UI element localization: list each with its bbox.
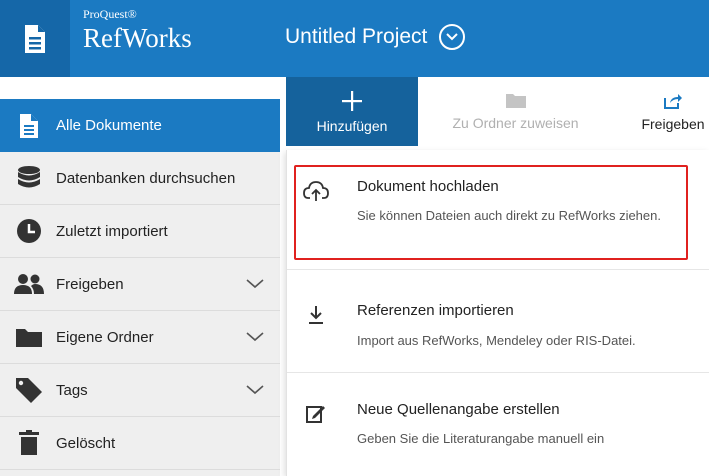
folder-icon bbox=[14, 322, 44, 352]
menu-item-import-references[interactable]: Referenzen importieren Import aus RefWor… bbox=[287, 270, 709, 372]
sidebar-item-label: Eigene Ordner bbox=[56, 328, 154, 346]
menu-item-create-citation[interactable]: Neue Quellenangabe erstellen Geben Sie d… bbox=[287, 373, 709, 476]
brand-small-text: ProQuest® bbox=[83, 7, 137, 21]
sidebar-item-tags[interactable]: Tags bbox=[0, 364, 280, 417]
chevron-down-icon[interactable] bbox=[246, 276, 264, 293]
add-button[interactable]: Hinzufügen bbox=[286, 77, 418, 146]
sidebar-item-label: Zuletzt importiert bbox=[56, 222, 168, 240]
create-description: Geben Sie die Literaturangabe manuell ei… bbox=[357, 431, 605, 446]
highlight-box bbox=[294, 165, 688, 260]
sidebar-item-all-documents[interactable]: Alle Dokumente bbox=[0, 99, 280, 152]
add-dropdown-menu: Dokument hochladen Sie können Dateien au… bbox=[286, 150, 709, 476]
app-header: ProQuest® RefWorks Untitled Project bbox=[0, 0, 709, 77]
sidebar-gap bbox=[0, 77, 280, 99]
sidebar-item-my-folders[interactable]: Eigene Ordner bbox=[0, 311, 280, 364]
sidebar-item-label: Freigeben bbox=[56, 275, 124, 293]
create-title: Neue Quellenangabe erstellen bbox=[357, 401, 560, 418]
sidebar-item-label: Gelöscht bbox=[56, 434, 116, 452]
sidebar-item-deleted[interactable]: Gelöscht bbox=[0, 417, 280, 470]
add-button-label: Hinzufügen bbox=[316, 117, 388, 134]
trash-icon bbox=[14, 428, 44, 458]
document-logo-icon bbox=[25, 24, 45, 53]
download-icon bbox=[303, 302, 329, 328]
brand-big-text: RefWorks bbox=[83, 23, 192, 53]
brand-name[interactable]: ProQuest® RefWorks bbox=[83, 7, 192, 55]
database-icon bbox=[14, 163, 44, 193]
import-title: Referenzen importieren bbox=[357, 302, 514, 319]
chevron-down-icon[interactable] bbox=[246, 329, 264, 346]
assign-folder-button[interactable]: Zu Ordner zuweisen bbox=[428, 77, 603, 146]
share-icon bbox=[664, 93, 682, 109]
app-logo[interactable] bbox=[0, 0, 70, 77]
sidebar-item-label: Datenbanken durchsuchen bbox=[56, 169, 236, 187]
sidebar: Alle Dokumente Datenbanken durchsuchen Z… bbox=[0, 77, 280, 476]
import-description: Import aus RefWorks, Mendeley oder RIS-D… bbox=[357, 333, 636, 348]
document-icon bbox=[14, 111, 44, 141]
chevron-down-icon[interactable] bbox=[439, 24, 466, 50]
sidebar-item-recently-imported[interactable]: Zuletzt importiert bbox=[0, 205, 280, 258]
project-title: Untitled Project bbox=[285, 25, 428, 48]
share-button-label: Freigeben bbox=[641, 115, 705, 132]
sidebar-item-label: Alle Dokumente bbox=[56, 117, 162, 134]
sidebar-item-search-databases[interactable]: Datenbanken durchsuchen bbox=[0, 152, 280, 205]
sidebar-item-share[interactable]: Freigeben bbox=[0, 258, 280, 311]
action-toolbar: Hinzufügen Zu Ordner zuweisen Freigeben bbox=[286, 77, 709, 146]
share-button[interactable]: Freigeben bbox=[618, 77, 709, 146]
chevron-down-icon[interactable] bbox=[246, 382, 264, 399]
plus-icon bbox=[342, 90, 362, 111]
tag-icon bbox=[14, 375, 44, 405]
project-selector[interactable]: Untitled Project bbox=[285, 24, 466, 50]
sidebar-item-label: Tags bbox=[56, 381, 88, 399]
assign-folder-label: Zu Ordner zuweisen bbox=[452, 114, 579, 131]
clock-icon bbox=[14, 216, 44, 246]
users-icon bbox=[14, 269, 44, 299]
edit-icon bbox=[303, 400, 329, 426]
folder-icon bbox=[505, 93, 526, 108]
